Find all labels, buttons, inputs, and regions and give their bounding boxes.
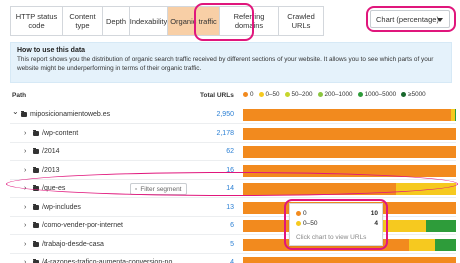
- legend-item[interactable]: 1000–5000: [357, 91, 397, 98]
- total-urls-link[interactable]: 6: [230, 222, 234, 229]
- folder-icon: [21, 111, 27, 117]
- total-urls-link[interactable]: 62: [226, 148, 234, 155]
- legend-label: 0: [250, 91, 254, 98]
- table-row[interactable]: › /2014 62: [10, 143, 456, 161]
- tab-label: Content type: [69, 12, 96, 30]
- chevron-down-icon[interactable]: ⌄: [12, 108, 19, 116]
- tab-crawled-urls[interactable]: Crawled URLs: [278, 6, 324, 36]
- path-name[interactable]: /4-razones-trafico-aumenta-conversion-no: [42, 259, 172, 263]
- tab-indexability[interactable]: Indexability: [129, 6, 167, 36]
- path-name[interactable]: /2013: [42, 167, 60, 174]
- folder-icon: [33, 240, 39, 247]
- info-text: This report shows you the distribution o…: [17, 56, 434, 72]
- table-row[interactable]: › /trabajo-desde-casa 5: [10, 236, 456, 254]
- table-row[interactable]: › /wp-includes 13: [10, 199, 456, 217]
- highlight-annotation: [284, 199, 388, 250]
- tab-label: Crawled URLs: [287, 12, 315, 30]
- bar-segment[interactable]: [434, 238, 456, 251]
- total-urls-link[interactable]: 5: [230, 241, 234, 248]
- path-name[interactable]: miposicionamientoweb.es: [30, 111, 110, 118]
- path-name[interactable]: /2014: [42, 148, 60, 155]
- legend-label: 50–200: [291, 91, 313, 98]
- legend-item[interactable]: 50–200: [284, 91, 313, 98]
- bar-segment[interactable]: [243, 257, 456, 263]
- legend-swatch: [317, 92, 323, 97]
- folder-icon: [33, 203, 39, 210]
- traffic-distribution-bar[interactable]: [243, 146, 456, 158]
- path-name[interactable]: /wp-content: [42, 130, 78, 137]
- legend-label: 0–50: [265, 91, 280, 98]
- chevron-right-icon[interactable]: ›: [24, 241, 26, 249]
- chevron-right-icon[interactable]: ›: [24, 148, 26, 156]
- legend-item[interactable]: 0–50: [258, 91, 280, 98]
- legend-label: ≥5000: [408, 91, 426, 98]
- tab-label: Depth: [105, 16, 126, 26]
- info-box: How to use this data This report shows y…: [10, 42, 452, 83]
- chevron-right-icon[interactable]: ›: [24, 167, 26, 175]
- bar-segment[interactable]: [455, 109, 456, 121]
- chevron-right-icon[interactable]: ›: [24, 259, 26, 263]
- total-urls-link[interactable]: 4: [230, 259, 234, 263]
- legend-swatch: [284, 92, 290, 97]
- chevron-right-icon[interactable]: ›: [24, 204, 26, 212]
- table-row[interactable]: › /wp-content 2,178: [10, 125, 456, 143]
- bar-segment[interactable]: [243, 109, 452, 121]
- folder-icon: [33, 166, 39, 173]
- folder-icon: [33, 148, 39, 154]
- chart-legend: 0 0–50 50–200 200–1000 1000–5000 ≥5000: [243, 91, 431, 98]
- table-row[interactable]: › /como-vender-por-internet 6: [10, 217, 456, 235]
- folder-icon: [33, 222, 39, 228]
- legend-swatch: [401, 92, 407, 97]
- tab-label: HTTP status code: [15, 12, 58, 30]
- tab-depth[interactable]: Depth: [102, 6, 129, 36]
- bar-segment[interactable]: [426, 220, 456, 232]
- highlight-annotation: [6, 172, 458, 196]
- breakdown-tabs: HTTP status code Content type Depth Inde…: [10, 6, 324, 36]
- chevron-right-icon[interactable]: ›: [24, 222, 26, 230]
- table-row[interactable]: › /4-razones-trafico-aumenta-conversion-n…: [10, 254, 456, 263]
- table-row[interactable]: ⌄ miposicionamientoweb.es 2,950: [10, 106, 456, 124]
- legend-item[interactable]: 200–1000: [317, 91, 353, 98]
- traffic-distribution-bar[interactable]: [243, 257, 456, 263]
- column-header-total-urls[interactable]: Total URLs: [200, 92, 234, 99]
- bar-segment[interactable]: [243, 127, 456, 140]
- legend-swatch: [357, 92, 363, 97]
- total-urls-link[interactable]: 13: [226, 204, 234, 211]
- folder-icon: [33, 129, 39, 136]
- legend-item[interactable]: ≥5000: [401, 91, 426, 98]
- legend-item[interactable]: 0: [243, 91, 254, 98]
- tab-content-type[interactable]: Content type: [62, 6, 102, 36]
- legend-label: 1000–5000: [364, 91, 397, 98]
- path-name[interactable]: /trabajo-desde-casa: [42, 241, 104, 248]
- path-name[interactable]: /wp-includes: [42, 204, 81, 211]
- chevron-right-icon[interactable]: ›: [24, 130, 26, 138]
- legend-swatch: [243, 92, 248, 97]
- bar-segment[interactable]: [409, 238, 435, 251]
- legend-swatch: [258, 92, 264, 97]
- path-name[interactable]: /como-vender-por-internet: [42, 222, 123, 229]
- tab-http-status-code[interactable]: HTTP status code: [10, 6, 62, 36]
- table-header: Path Total URLs 0 0–50 50–200 200–1000 1000–…: [0, 91, 460, 103]
- tab-label: Indexability: [129, 16, 168, 26]
- traffic-distribution-bar[interactable]: [243, 109, 456, 121]
- total-urls-link[interactable]: 2,950: [216, 111, 234, 118]
- highlight-annotation: [194, 3, 254, 41]
- traffic-distribution-bar[interactable]: [243, 127, 456, 140]
- bar-segment[interactable]: [243, 146, 456, 158]
- legend-label: 200–1000: [324, 91, 353, 98]
- info-title: How to use this data: [17, 47, 86, 54]
- total-urls-link[interactable]: 2,178: [216, 130, 234, 137]
- highlight-annotation: [366, 6, 456, 32]
- column-header-path[interactable]: Path: [12, 92, 26, 99]
